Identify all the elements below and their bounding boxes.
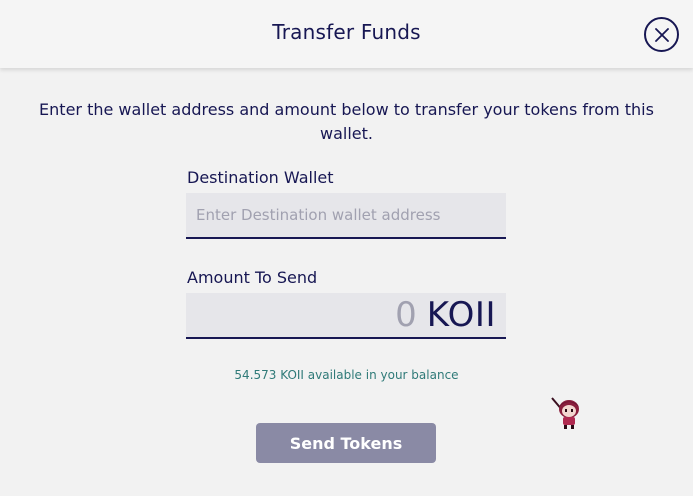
destination-wallet-label: Destination Wallet [187, 168, 334, 187]
amount-input[interactable]: 0 KOII [186, 293, 506, 339]
balance-text: 54.573 KOII available in your balance [234, 368, 459, 382]
send-tokens-button[interactable]: Send Tokens [256, 423, 436, 463]
amount-label: Amount To Send [187, 268, 318, 287]
amount-value: 0 [395, 295, 417, 335]
amount-unit: KOII [426, 295, 496, 335]
mascot-icon [551, 397, 579, 429]
destination-wallet-input[interactable] [186, 193, 506, 239]
modal-title: Transfer Funds [272, 20, 421, 44]
transfer-description: Enter the wallet address and amount belo… [39, 100, 654, 143]
close-button[interactable] [644, 17, 679, 52]
modal-header: Transfer Funds [0, 0, 693, 68]
close-icon [654, 27, 669, 42]
